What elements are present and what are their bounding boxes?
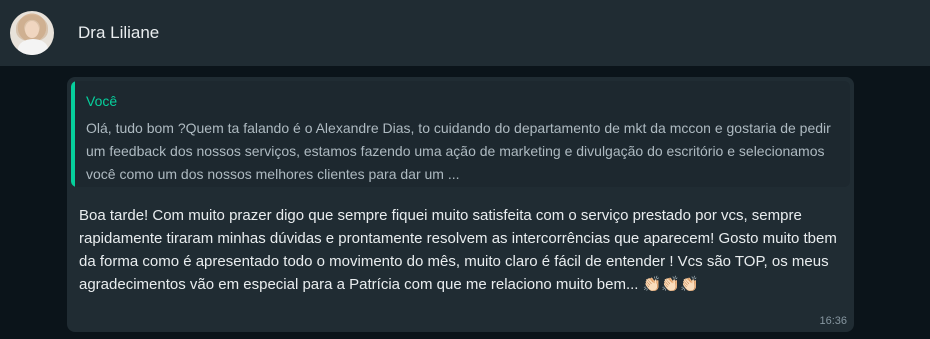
avatar[interactable] — [10, 11, 54, 55]
chat-header[interactable]: Dra Liliane — [0, 0, 930, 66]
message-bubble[interactable]: Você Olá, tudo bom ?Quem ta falando é o … — [67, 77, 854, 332]
message-text: Boa tarde! Com muito prazer digo que sem… — [79, 207, 837, 293]
message-body: Boa tarde! Com muito prazer digo que sem… — [79, 204, 844, 296]
quoted-message[interactable]: Você Olá, tudo bom ?Quem ta falando é o … — [71, 81, 850, 187]
quote-author: Você — [86, 93, 118, 109]
quote-text: Olá, tudo bom ?Quem ta falando é o Alexa… — [86, 120, 831, 182]
chat-area: Você Olá, tudo bom ?Quem ta falando é o … — [0, 66, 930, 339]
message-timestamp: 16:36 — [819, 315, 847, 327]
avatar-face — [25, 21, 39, 38]
quote-accent-bar — [71, 81, 75, 187]
contact-name[interactable]: Dra Liliane — [78, 23, 159, 43]
avatar-body — [18, 39, 48, 55]
clapping-hands-icon: 👏🏻👏🏻👏🏻 — [642, 276, 699, 293]
